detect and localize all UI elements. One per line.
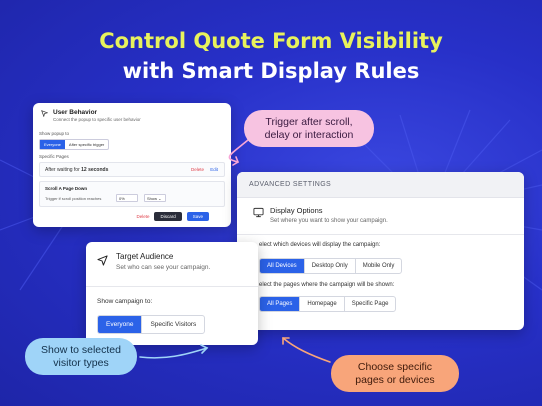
callout-trigger: Trigger after scroll, delay or interactio…: [244, 110, 374, 147]
devices-toggle: All Devices Desktop Only Mobile Only: [259, 258, 403, 274]
divider: [237, 234, 524, 235]
page-all[interactable]: All Pages: [260, 297, 300, 311]
display-options-header: Display Options Set where you want to sh…: [253, 206, 388, 224]
audience-specific-visitors[interactable]: Specific Visitors: [141, 316, 204, 333]
user-behavior-subtitle: Connect the popup to specific user behav…: [53, 117, 141, 122]
devices-question: elect which devices will display the cam…: [259, 242, 381, 248]
callout-trigger-line1: Trigger after scroll,: [265, 115, 353, 128]
scroll-rule-row: Scroll A Page Down Trigger if scroll pos…: [39, 181, 225, 207]
pages-question: elect the pages where the campaign will …: [259, 282, 395, 288]
wait-rule-row: After waiting for 12 seconds Delete Edit: [39, 162, 225, 177]
callout-visitors-line1: Show to selected: [41, 343, 121, 356]
monitor-icon: [253, 207, 264, 218]
audience-everyone[interactable]: Everyone: [98, 316, 142, 333]
footer-delete-link[interactable]: Delete: [136, 214, 149, 219]
wait-value: 12 seconds: [81, 167, 109, 173]
option-everyone[interactable]: Everyone: [40, 140, 65, 149]
discard-button[interactable]: Discard: [154, 212, 182, 221]
scroll-rule-text: Trigger if scroll position reaches: [45, 196, 102, 201]
user-behavior-footer: Delete Discard Save: [136, 212, 209, 221]
user-behavior-header: User Behavior Connect the popup to speci…: [41, 109, 141, 122]
target-audience-subtitle: Set who can see your campaign.: [116, 264, 211, 271]
advanced-settings-header: ADVANCED SETTINGS: [237, 172, 524, 198]
show-popup-toggle: Everyone After specific trigger: [39, 139, 110, 150]
scroll-show-select[interactable]: Show ⌄: [144, 194, 166, 202]
send-arrow-icon: [97, 255, 108, 266]
device-mobile[interactable]: Mobile Only: [354, 259, 402, 273]
show-popup-label: Show popup to: [39, 131, 70, 136]
edit-link[interactable]: Edit: [210, 167, 218, 172]
user-behavior-card: User Behavior Connect the popup to speci…: [33, 103, 231, 227]
user-behavior-title: User Behavior: [53, 109, 98, 116]
callout-pages: Choose specific pages or devices: [331, 355, 459, 392]
callout-pages-line2: pages or devices: [355, 373, 435, 386]
callout-visitors: Show to selected visitor types: [25, 338, 137, 375]
callout-trigger-line2: delay or interaction: [264, 128, 354, 141]
cursor-arrow-icon: [41, 110, 48, 117]
page-homepage[interactable]: Homepage: [299, 297, 343, 311]
scroll-percent-input[interactable]: 0%: [116, 194, 138, 202]
scroll-rule-title: Scroll A Page Down: [45, 186, 88, 191]
pages-toggle: All Pages Homepage Specific Page: [259, 296, 397, 312]
target-audience-card: Target Audience Set who can see your cam…: [86, 242, 258, 345]
wait-rule-text: After waiting for 12 seconds: [45, 167, 108, 173]
headline-line-2: with Smart Display Rules: [122, 59, 420, 83]
specific-pages-label: Specific Pages: [39, 154, 69, 159]
wait-text: After waiting for: [45, 167, 80, 173]
divider: [86, 286, 258, 287]
device-desktop[interactable]: Desktop Only: [303, 259, 355, 273]
callout-visitors-line2: visitor types: [53, 356, 109, 369]
save-button[interactable]: Save: [186, 212, 209, 221]
target-audience-header: Target Audience Set who can see your cam…: [97, 252, 210, 271]
display-options-subtitle: Set where you want to show your campaign…: [270, 218, 388, 224]
device-all[interactable]: All Devices: [260, 259, 304, 273]
display-options-title: Display Options: [270, 206, 323, 215]
scroll-select-value: Show: [147, 196, 158, 201]
callout-pages-line1: Choose specific: [357, 360, 433, 373]
audience-question: Show campaign to:: [97, 298, 153, 305]
delete-link[interactable]: Delete: [191, 167, 204, 172]
page-specific[interactable]: Specific Page: [343, 297, 396, 311]
option-after-trigger[interactable]: After specific trigger: [65, 140, 108, 149]
advanced-settings-card: ADVANCED SETTINGS Display Options Set wh…: [237, 172, 524, 330]
headline: Control Quote Form Visibility with Smart…: [0, 26, 542, 86]
headline-line-1: Control Quote Form Visibility: [99, 29, 443, 53]
target-audience-title: Target Audience: [116, 252, 174, 261]
audience-toggle: Everyone Specific Visitors: [97, 315, 206, 334]
